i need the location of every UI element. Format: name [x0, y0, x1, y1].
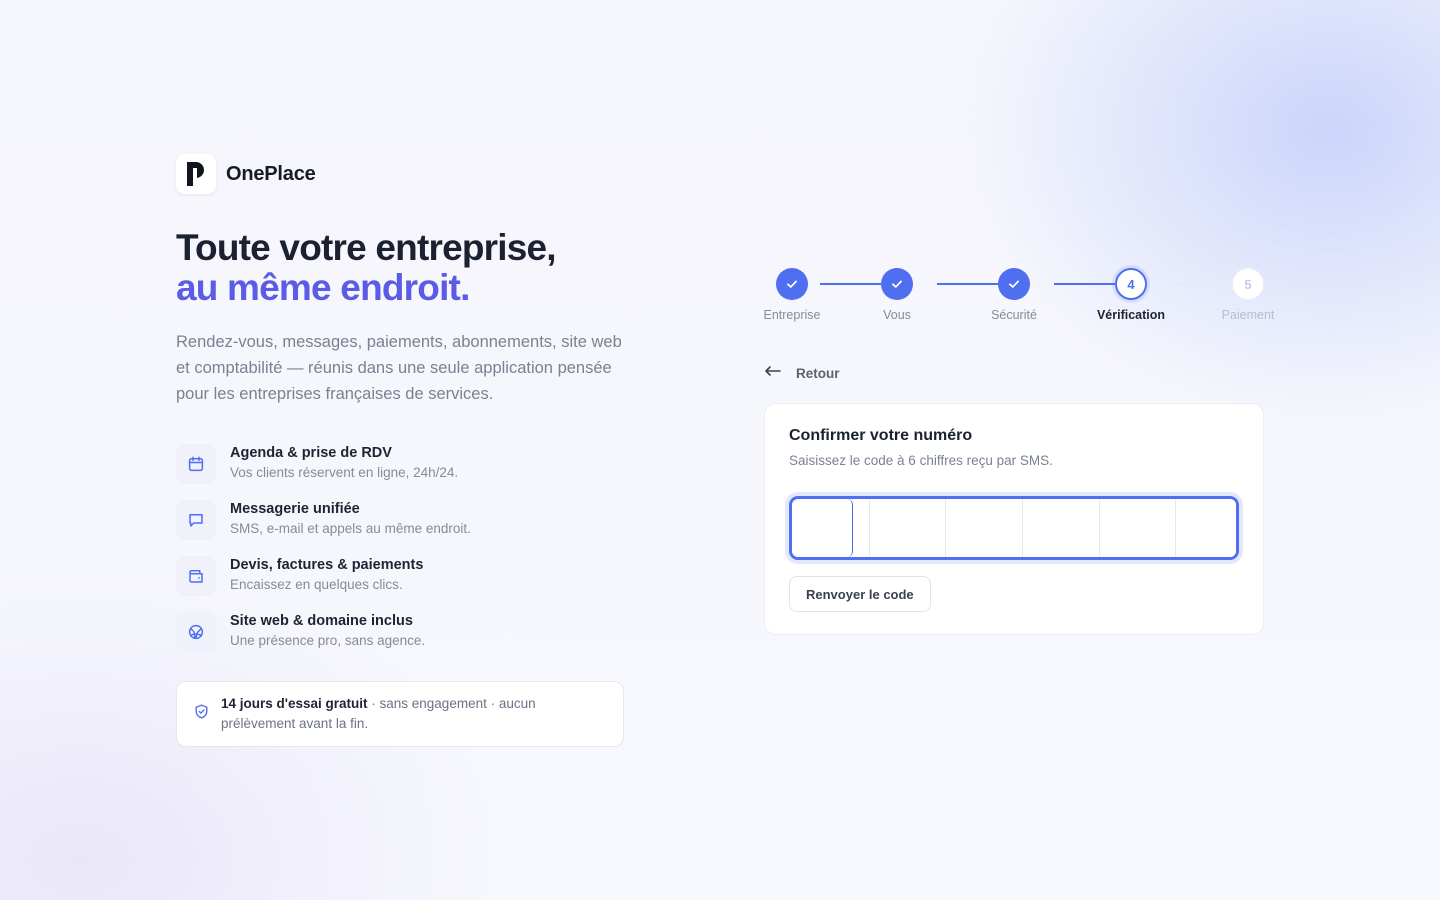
step-label: Sécurité	[991, 308, 1037, 322]
step-label: Paiement	[1221, 308, 1275, 322]
otp-digit-5[interactable]	[1098, 499, 1160, 557]
card-title: Confirmer votre numéro	[789, 427, 973, 444]
otp-digit-4[interactable]	[1022, 499, 1083, 557]
otp-digit-6[interactable]	[1175, 499, 1236, 557]
step-label: Vérification	[1096, 308, 1166, 322]
otp-digit-3[interactable]	[945, 499, 1007, 557]
check-icon	[998, 268, 1030, 300]
back-link[interactable]: Retour	[764, 363, 1264, 383]
feature-item-messaging: Messagerie unifiée SMS, e-mail et appels…	[176, 499, 628, 555]
calendar-icon	[176, 444, 216, 484]
feature-item-payments: Devis, factures & paiements Encaissez en…	[176, 555, 628, 611]
wallet-icon	[176, 556, 216, 596]
verification-card: Confirmer votre numéro Saisissez le code…	[764, 403, 1264, 635]
feature-item-agenda: Agenda & prise de RDV Vos clients réserv…	[176, 443, 628, 499]
check-icon	[881, 268, 913, 300]
shield-check-icon	[193, 703, 210, 725]
feature-title: Messagerie unifiée	[230, 501, 360, 517]
otp-digit-2[interactable]	[868, 499, 930, 557]
otp-digit-1[interactable]	[792, 499, 853, 557]
trial-highlight: 14 jours d'essai gratuit	[221, 696, 368, 711]
p-logo-icon	[176, 154, 216, 194]
step-securite: Sécurité	[974, 268, 1054, 322]
step-number: 4	[1115, 268, 1147, 300]
step-vous: Vous	[857, 268, 937, 322]
feature-desc: Vos clients réservent en ligne, 24h/24.	[230, 465, 459, 480]
signup-panel: Entreprise Vous Sécurité 4 Vérification …	[764, 268, 1274, 635]
feature-title: Devis, factures & paiements	[230, 557, 424, 573]
otp-input-group	[789, 496, 1239, 560]
card-subtitle: Saisissez le code à 6 chiffres reçu par …	[789, 453, 1053, 468]
step-paiement: 5 Paiement	[1208, 268, 1288, 322]
step-label: Vous	[883, 308, 911, 322]
title-line-1: Toute votre entreprise,	[176, 227, 557, 268]
intro-text: Rendez-vous, messages, paiements, abonne…	[176, 333, 622, 403]
feature-title: Site web & domaine inclus	[230, 613, 413, 629]
page-title: Toute votre entreprise, au même endroit.	[176, 228, 628, 308]
marketing-panel: OnePlace Toute votre entreprise, au même…	[176, 154, 628, 747]
step-label: Entreprise	[763, 308, 821, 322]
feature-item-website: Site web & domaine inclus Une présence p…	[176, 611, 628, 667]
feature-desc: SMS, e-mail et appels au même endroit.	[230, 521, 471, 536]
step-entreprise: Entreprise	[752, 268, 832, 322]
feature-title: Agenda & prise de RDV	[230, 445, 392, 461]
feature-desc: Encaissez en quelques clics.	[230, 577, 403, 592]
back-label[interactable]: Retour	[796, 366, 840, 381]
chat-icon	[176, 500, 216, 540]
title-line-2: au même endroit.	[176, 267, 470, 308]
brand: OnePlace	[176, 154, 628, 194]
arrow-left-icon[interactable]	[764, 364, 782, 382]
resend-code-button[interactable]: Renvoyer le code	[789, 576, 931, 612]
trial-text: 14 jours d'essai gratuit · sans engageme…	[221, 694, 607, 734]
globe-icon	[176, 612, 216, 652]
step-verification: 4 Vérification	[1091, 268, 1171, 322]
trial-banner: 14 jours d'essai gratuit · sans engageme…	[176, 681, 624, 747]
feature-list: Agenda & prise de RDV Vos clients réserv…	[176, 443, 628, 667]
check-icon	[776, 268, 808, 300]
progress-stepper: Entreprise Vous Sécurité 4 Vérification …	[764, 268, 1274, 328]
step-number: 5	[1232, 268, 1264, 300]
feature-desc: Une présence pro, sans agence.	[230, 633, 426, 648]
brand-name: OnePlace	[226, 162, 316, 185]
